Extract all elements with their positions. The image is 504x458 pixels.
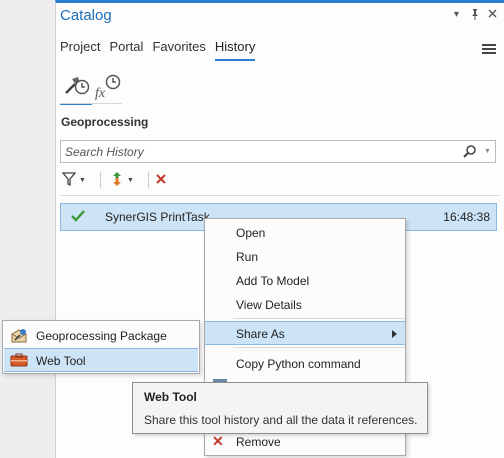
catalog-tabs: Project Portal Favorites History <box>60 39 256 61</box>
clear-button[interactable] <box>155 171 167 189</box>
menu-separator <box>233 347 405 348</box>
pin-icon[interactable] <box>470 9 480 23</box>
menu-item-open[interactable]: Open <box>205 221 405 245</box>
menu-item-label: Share As <box>236 327 285 341</box>
pane-title-bar: Catalog ▾ <box>56 3 504 31</box>
menu-icon[interactable] <box>482 44 496 55</box>
menu-item-share-as[interactable]: Share As <box>205 321 405 345</box>
background-area <box>0 0 55 458</box>
menu-item-label: View Details <box>236 298 302 312</box>
menu-item-label: Run <box>236 250 259 264</box>
share-as-submenu: Geoprocessing Package Web Tool <box>2 320 200 374</box>
tab-portal[interactable]: Portal <box>109 39 143 61</box>
tab-history[interactable]: History <box>214 39 256 61</box>
geoprocessing-package-icon <box>10 328 28 347</box>
menu-item-label: Open <box>236 226 266 240</box>
tab-project[interactable]: Project <box>60 39 100 61</box>
chevron-down-icon: ▼ <box>127 176 134 184</box>
toolbar-divider <box>60 195 500 196</box>
section-title: Geoprocessing <box>61 115 149 129</box>
clear-icon <box>155 173 167 188</box>
filter-button[interactable]: ▼ <box>61 171 86 189</box>
remove-icon: ✕ <box>212 433 224 449</box>
tooltip-description: Share this tool history and all the data… <box>144 413 418 427</box>
sort-icon <box>110 171 124 190</box>
toolbar-separator <box>148 172 149 188</box>
search-input[interactable] <box>65 144 445 160</box>
pane-options-dropdown-icon[interactable]: ▾ <box>454 9 459 20</box>
menu-item-run[interactable]: Run <box>205 245 405 269</box>
menu-item-view-details[interactable]: View Details <box>205 293 405 317</box>
menu-separator <box>233 318 405 319</box>
geoprocessing-history-icon[interactable] <box>60 67 92 105</box>
menu-item-label: Copy Python command <box>236 357 361 371</box>
close-pane-icon[interactable] <box>488 9 497 21</box>
search-box: ▼ <box>60 140 496 163</box>
history-item-time: 16:48:38 <box>443 210 490 224</box>
subtab-divider <box>60 103 122 104</box>
function-history-icon[interactable]: fx <box>92 67 124 105</box>
submenu-item-geoprocessing-package[interactable]: Geoprocessing Package <box>4 324 198 348</box>
search-icon[interactable] <box>463 144 477 161</box>
success-check-icon <box>71 209 85 226</box>
history-toolbar: ▼ ▼ <box>60 169 500 191</box>
tooltip-title: Web Tool <box>144 390 197 404</box>
tab-favorites[interactable]: Favorites <box>152 39 205 61</box>
filter-icon <box>61 171 77 189</box>
tooltip: Web Tool Share this tool history and all… <box>132 382 428 434</box>
chevron-down-icon: ▼ <box>79 176 86 184</box>
menu-item-label: Add To Model <box>236 274 310 288</box>
svg-text:fx: fx <box>95 86 106 100</box>
menu-item-label: Remove <box>236 435 281 449</box>
submenu-item-web-tool[interactable]: Web Tool <box>4 348 198 372</box>
history-subtabs: fx <box>60 67 124 105</box>
menu-item-copy-python-command[interactable]: Copy Python command <box>205 352 405 376</box>
submenu-item-label: Web Tool <box>36 354 86 368</box>
search-options-chevron-icon[interactable]: ▼ <box>484 148 491 155</box>
history-item-name: SynerGIS PrintTask <box>105 210 210 224</box>
web-tool-icon <box>10 353 28 370</box>
pane-title: Catalog <box>60 7 112 24</box>
submenu-arrow-icon <box>392 330 397 338</box>
submenu-item-label: Geoprocessing Package <box>36 329 167 343</box>
menu-item-add-to-model[interactable]: Add To Model <box>205 269 405 293</box>
toolbar-separator <box>100 172 101 188</box>
sort-button[interactable]: ▼ <box>110 171 134 189</box>
